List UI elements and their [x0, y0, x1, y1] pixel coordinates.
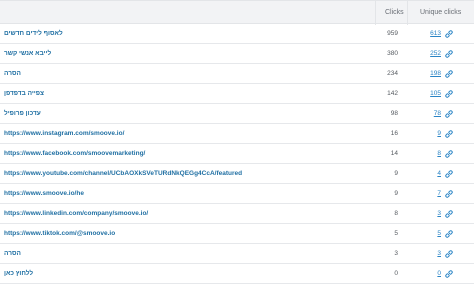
clicks-count: 142 — [387, 90, 398, 97]
table-row: https://www.tiktok.com/@smoove.io 5 5 — [0, 224, 474, 244]
clicks-count: 8 — [394, 210, 398, 217]
link-name[interactable]: הסרה — [4, 244, 21, 264]
link-name[interactable]: ללחוץ כאן — [4, 264, 33, 284]
unique-clicks-link[interactable]: 0 — [422, 264, 441, 284]
chain-link-icon[interactable] — [444, 209, 454, 219]
column-divider — [375, 1, 376, 25]
unique-clicks-link[interactable]: 5 — [422, 224, 441, 244]
link-name[interactable]: https://www.facebook.com/smoovemarketing… — [4, 144, 145, 164]
unique-clicks-link[interactable]: 8 — [422, 144, 441, 164]
chain-link-icon[interactable] — [444, 269, 454, 279]
chain-link-icon[interactable] — [444, 109, 454, 119]
clicks-count: 3 — [394, 250, 398, 257]
clicks-count: 16 — [390, 130, 398, 137]
unique-clicks-link[interactable]: 4 — [422, 164, 441, 184]
table-row: https://www.linkedin.com/company/smoove.… — [0, 204, 474, 224]
chain-link-icon[interactable] — [444, 249, 454, 259]
table-row: עדכון פרופיל 98 78 — [0, 104, 474, 124]
clicks-count: 5 — [394, 230, 398, 237]
unique-clicks-link[interactable]: 252 — [422, 44, 441, 64]
link-name[interactable]: https://www.tiktok.com/@smoove.io — [4, 224, 115, 244]
clicks-count: 234 — [387, 70, 398, 77]
table-row: https://www.smoove.io/he 9 7 — [0, 184, 474, 204]
unique-clicks-link[interactable]: 78 — [422, 104, 441, 124]
link-name[interactable]: https://www.linkedin.com/company/smoove.… — [4, 204, 148, 224]
chain-link-icon[interactable] — [444, 89, 454, 99]
table-row: ללחוץ כאן 0 0 — [0, 264, 474, 284]
table-row: https://www.youtube.com/channel/UCbAOXkS… — [0, 164, 474, 184]
chain-link-icon[interactable] — [444, 229, 454, 239]
chain-link-icon[interactable] — [444, 69, 454, 79]
chain-link-icon[interactable] — [444, 29, 454, 39]
clicks-count: 380 — [387, 50, 398, 57]
link-name[interactable]: צפייה בדפדפן — [4, 84, 44, 104]
table-row: הסרה 3 3 — [0, 244, 474, 264]
unique-clicks-link[interactable]: 3 — [422, 244, 441, 264]
table-header: Clicks Unique clicks — [0, 0, 474, 25]
table-row: צפייה בדפדפן 142 105 — [0, 84, 474, 104]
unique-clicks-column-header[interactable]: Unique clicks — [420, 1, 461, 25]
table-row: https://www.facebook.com/smoovemarketing… — [0, 144, 474, 164]
link-name[interactable]: https://www.instagram.com/smoove.io/ — [4, 124, 124, 144]
unique-clicks-link[interactable]: 7 — [422, 184, 441, 204]
chain-link-icon[interactable] — [444, 49, 454, 59]
clicks-count: 0 — [394, 270, 398, 277]
table-row: https://www.instagram.com/smoove.io/16 9 — [0, 124, 474, 144]
link-name[interactable]: הסרה — [4, 64, 21, 84]
unique-clicks-link[interactable]: 613 — [422, 24, 441, 44]
chain-link-icon[interactable] — [444, 129, 454, 139]
unique-clicks-link[interactable]: 9 — [422, 124, 441, 144]
clicks-count: 98 — [390, 110, 398, 117]
clicks-count: 9 — [394, 190, 398, 197]
chain-link-icon[interactable] — [444, 169, 454, 179]
table-row: הסרה 234 198 — [0, 64, 474, 84]
link-name[interactable]: https://www.youtube.com/channel/UCbAOXkS… — [4, 164, 242, 184]
table-row: לייבא אנשי קשר 380 252 — [0, 44, 474, 64]
link-name[interactable]: לייבא אנשי קשר — [4, 44, 51, 64]
clicks-count: 959 — [387, 30, 398, 37]
column-divider — [407, 1, 408, 25]
clicks-count: 14 — [390, 150, 398, 157]
unique-clicks-link[interactable]: 198 — [422, 64, 441, 84]
unique-clicks-link[interactable]: 3 — [422, 204, 441, 224]
clicks-column-header[interactable]: Clicks — [385, 1, 404, 25]
unique-clicks-link[interactable]: 105 — [422, 84, 441, 104]
table-row: לאסוף לידים חדשים 959 613 — [0, 24, 474, 44]
chain-link-icon[interactable] — [444, 189, 454, 199]
link-name[interactable]: https://www.smoove.io/he — [4, 184, 84, 204]
chain-link-icon[interactable] — [444, 149, 454, 159]
clicks-count: 9 — [394, 170, 398, 177]
link-name[interactable]: עדכון פרופיל — [4, 104, 41, 124]
link-name[interactable]: לאסוף לידים חדשים — [4, 24, 63, 44]
